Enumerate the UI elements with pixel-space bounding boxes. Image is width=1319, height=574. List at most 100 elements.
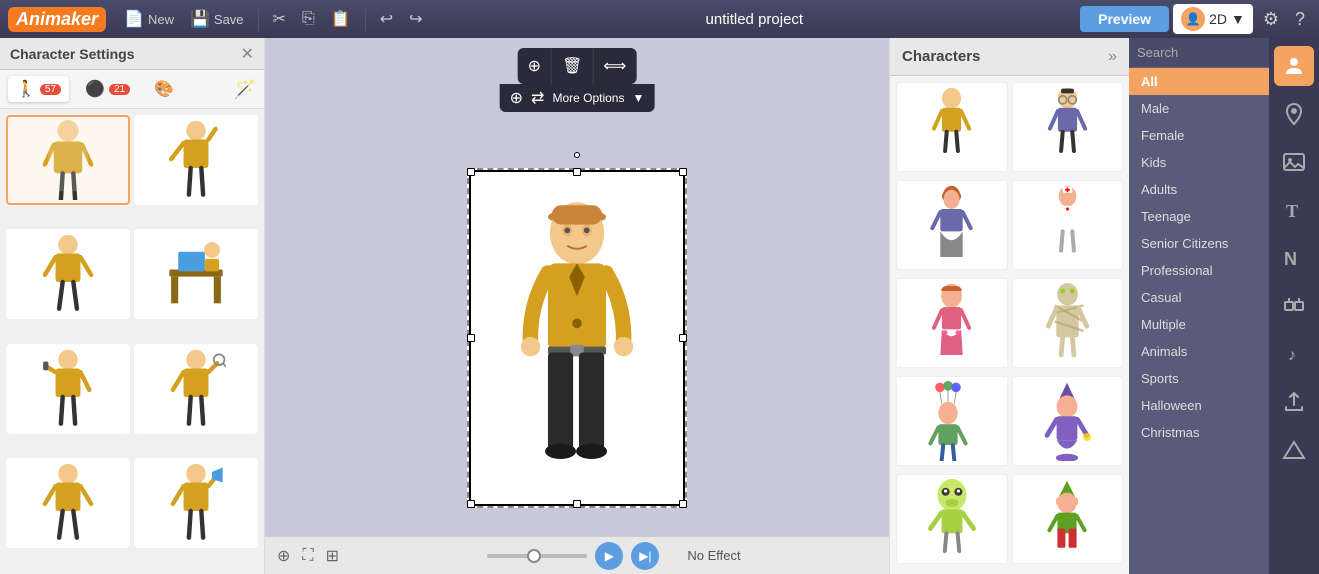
rotate-handle[interactable]	[574, 152, 580, 158]
paste-icon: 📋	[331, 9, 351, 29]
handle-tl[interactable]	[467, 168, 475, 176]
char-nerd[interactable]	[1012, 82, 1124, 172]
handle-tr[interactable]	[679, 168, 687, 176]
more-options-label[interactable]: More Options	[552, 91, 624, 105]
char-mummy[interactable]	[1012, 278, 1124, 368]
pose-thumb-desk[interactable]	[134, 229, 258, 319]
tab-colors[interactable]: 🎨	[146, 76, 182, 102]
new-button[interactable]: 📄 New	[118, 6, 180, 32]
timeline-bar: ▶ ▶| No Effect	[351, 542, 877, 570]
filter-item-all[interactable]: All	[1129, 68, 1269, 95]
filter-list: AllMaleFemaleKidsAdultsTeenageSenior Cit…	[1129, 68, 1269, 446]
character-browse-grid	[890, 76, 1129, 574]
filter-item-multiple[interactable]: Multiple	[1129, 311, 1269, 338]
pose-thumb[interactable]	[134, 115, 258, 205]
dropdown-arrow-icon[interactable]: ▼	[632, 91, 644, 105]
target-small-icon[interactable]: ⊕	[510, 88, 523, 108]
main-layout: Character Settings ✕ 🚶 57 ⚫ 21 🎨 🪄	[0, 38, 1319, 574]
char-girl[interactable]	[896, 278, 1008, 368]
pose-thumb-magnify[interactable]	[134, 344, 258, 434]
filter-item-adults[interactable]: Adults	[1129, 176, 1269, 203]
filter-item-sports[interactable]: Sports	[1129, 365, 1269, 392]
location-tool-button[interactable]	[1274, 94, 1314, 134]
expand-button[interactable]: ⛶	[302, 547, 313, 565]
handle-bc[interactable]	[573, 500, 581, 508]
music-tool-button[interactable]: ♪	[1274, 334, 1314, 374]
topbar: Animaker 📄 New 💾 Save ✂ ⎘ 📋 ↩ ↪ untitled…	[0, 0, 1319, 38]
copy-icon: ⎘	[302, 10, 315, 28]
save-button[interactable]: 💾 Save	[184, 6, 250, 32]
play-button[interactable]: ▶	[595, 542, 623, 570]
undo-button[interactable]: ↩	[374, 6, 399, 32]
filter-item-female[interactable]: Female	[1129, 122, 1269, 149]
handle-tc[interactable]	[573, 168, 581, 176]
target-icon-button[interactable]: ⊕	[518, 48, 552, 84]
char-businesswoman[interactable]	[896, 180, 1008, 270]
paste-button[interactable]: 📋	[325, 6, 357, 32]
zoom-slider[interactable]	[487, 554, 587, 558]
filter-item-animals[interactable]: Animals	[1129, 338, 1269, 365]
text-tool-button[interactable]: T	[1274, 190, 1314, 230]
char-elf[interactable]	[1012, 474, 1124, 564]
char-nurse[interactable]	[1012, 180, 1124, 270]
gear-button[interactable]: ⚙	[1257, 9, 1285, 30]
wand-icon[interactable]: 🪄	[234, 79, 256, 100]
handle-ml[interactable]	[467, 334, 475, 342]
filter-item-senior[interactable]: Senior Citizens	[1129, 230, 1269, 257]
char-businessman[interactable]	[896, 82, 1008, 172]
pose-thumb-announce[interactable]	[134, 458, 258, 548]
filter-item-teenage[interactable]: Teenage	[1129, 203, 1269, 230]
filter-item-professional[interactable]: Professional	[1129, 257, 1269, 284]
char-boy-balloons[interactable]	[896, 376, 1008, 466]
zoom-thumb[interactable]	[527, 549, 541, 563]
tab-objects[interactable]: ⚫ 21	[77, 76, 138, 102]
pose-thumb[interactable]	[6, 229, 130, 319]
redo-button[interactable]: ↪	[403, 6, 428, 32]
canvas[interactable]	[467, 168, 687, 508]
pose-thumb[interactable]	[6, 458, 130, 548]
close-icon[interactable]: ✕	[241, 44, 254, 64]
poses-count: 57	[40, 84, 61, 95]
grid-button[interactable]: ⊞	[326, 546, 339, 566]
search-box: 🔍	[1129, 38, 1269, 68]
logo[interactable]: Animaker	[8, 7, 106, 32]
undo-icon: ↩	[380, 9, 393, 29]
mode-select[interactable]: 👤 2D ▼	[1173, 4, 1253, 34]
image-tool-button[interactable]	[1274, 142, 1314, 182]
step-forward-button[interactable]: ▶|	[631, 542, 659, 570]
handle-bl[interactable]	[467, 500, 475, 508]
chevron-down-icon: ▼	[1231, 11, 1245, 27]
pose-thumb-phone[interactable]	[6, 344, 130, 434]
cut-button[interactable]: ✂	[267, 6, 292, 32]
delete-icon-button[interactable]: 🗑	[552, 48, 593, 84]
character-tool-button[interactable]	[1274, 46, 1314, 86]
pose-thumb[interactable]	[6, 115, 130, 205]
char-alien[interactable]	[896, 474, 1008, 564]
separator2	[365, 7, 366, 31]
preview-button[interactable]: Preview	[1080, 6, 1169, 32]
effect-label: No Effect	[687, 548, 740, 563]
handle-br[interactable]	[679, 500, 687, 508]
swap-icon[interactable]: ⇄	[531, 88, 544, 108]
help-button[interactable]: ?	[1289, 9, 1311, 30]
tab-poses[interactable]: 🚶 57	[8, 76, 69, 102]
search-input[interactable]	[1137, 45, 1269, 60]
char-wizard[interactable]	[1012, 376, 1124, 466]
more-options-bar: ⊕ ⇄ More Options ▼	[500, 84, 655, 112]
filter-item-kids[interactable]: Kids	[1129, 149, 1269, 176]
effects-tool-button[interactable]	[1274, 286, 1314, 326]
flip-icon-button[interactable]: ⟺	[593, 48, 636, 84]
copy-button[interactable]: ⎘	[296, 7, 321, 31]
handle-mr[interactable]	[679, 334, 687, 342]
filter-item-casual[interactable]: Casual	[1129, 284, 1269, 311]
filter-item-christmas[interactable]: Christmas	[1129, 419, 1269, 446]
ntext-tool-button[interactable]: N	[1274, 238, 1314, 278]
objects-count: 21	[109, 84, 130, 95]
filter-item-halloween[interactable]: Halloween	[1129, 392, 1269, 419]
crosshair-button[interactable]: ⊕	[277, 546, 290, 566]
expand-icon[interactable]: »	[1108, 48, 1117, 66]
character-poses-grid	[0, 109, 264, 574]
upload-tool-button[interactable]	[1274, 382, 1314, 422]
filter-item-male[interactable]: Male	[1129, 95, 1269, 122]
background-tool-button[interactable]	[1274, 430, 1314, 470]
